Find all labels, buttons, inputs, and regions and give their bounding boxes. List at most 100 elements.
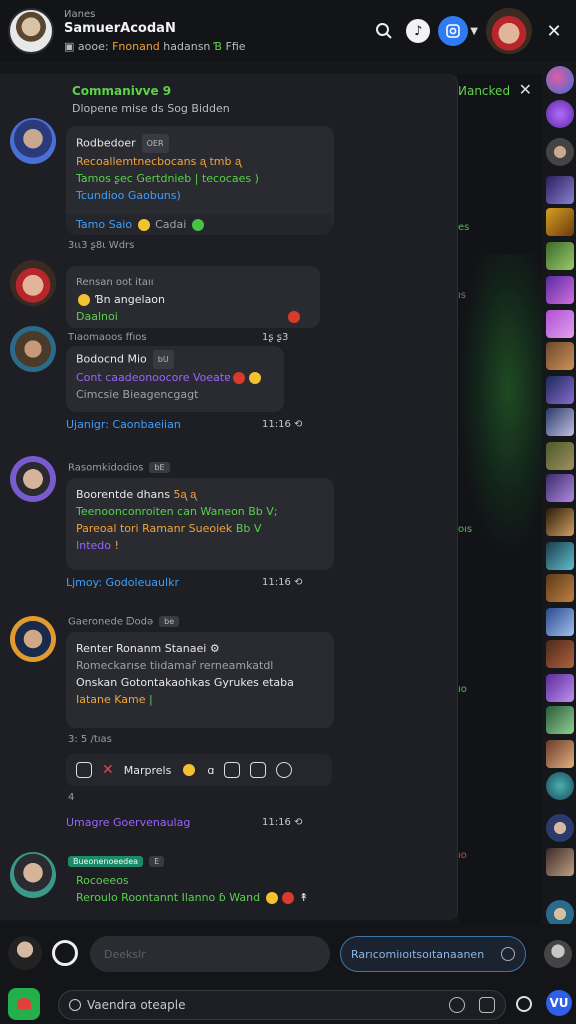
search-icon[interactable] xyxy=(370,17,398,45)
message-author-name: Bueonenoeedea xyxy=(68,856,144,867)
message-toolbar: ✕ Marprels ɑ xyxy=(66,754,332,786)
message-line-suffix: ᶏ tmb ᶏ xyxy=(199,155,242,168)
profile-avatar[interactable] xyxy=(486,8,532,54)
rail-avatar[interactable] xyxy=(546,100,574,128)
camera-icon[interactable] xyxy=(250,762,267,778)
message-bubble: Boorentde dhans 5ᶏ ᶏ Teenoonconroiten ca… xyxy=(66,478,334,570)
message-line: Tcundioo Gaobuns) xyxy=(76,189,181,202)
search-bar[interactable]: Vaendra oteaple xyxy=(58,990,506,1020)
camera-icon[interactable] xyxy=(52,940,78,966)
side-frag: ıs xyxy=(458,290,466,301)
message-input[interactable] xyxy=(90,936,330,972)
toolbar-label[interactable]: Marprels xyxy=(124,764,172,777)
message-note: 3ιι3 ʂ8ι Wdrs xyxy=(68,240,135,251)
header-sub-orange: Fnonand xyxy=(112,40,160,53)
rail-avatar[interactable] xyxy=(546,542,574,570)
rail-avatar[interactable] xyxy=(546,242,574,270)
message-line-suffix: ! xyxy=(114,539,119,552)
rail-avatar[interactable] xyxy=(546,408,574,436)
message-time: 1ʂ ʂ3 xyxy=(262,332,289,343)
user-avatar[interactable] xyxy=(8,8,54,54)
rail-avatar[interactable] xyxy=(546,208,574,236)
rail-avatar[interactable] xyxy=(546,814,574,842)
mic-icon[interactable]: ɑ xyxy=(207,764,214,777)
app-logo-icon[interactable] xyxy=(8,988,40,1020)
avatar[interactable] xyxy=(10,326,56,372)
chevron-down-icon[interactable]: ▼ xyxy=(470,26,478,37)
shield-icon[interactable] xyxy=(449,997,465,1013)
my-avatar[interactable] xyxy=(8,936,42,970)
reply-icon[interactable]: ⟲ xyxy=(294,577,302,588)
message-time-text: 11:16 xyxy=(262,419,291,430)
rail-avatar[interactable] xyxy=(546,276,574,304)
side-close-icon[interactable]: ✕ xyxy=(519,80,532,99)
message-line-suffix: Bb V; xyxy=(248,505,278,518)
rail-avatar[interactable] xyxy=(546,674,574,702)
avatar[interactable] xyxy=(10,456,56,502)
close-icon[interactable]: ✕ xyxy=(102,762,114,778)
vu-button[interactable]: VU xyxy=(546,990,572,1016)
image-icon[interactable] xyxy=(76,762,92,778)
reaction-row[interactable]: Ljmoy: Godoleuaulkr xyxy=(66,576,179,589)
side-frag: es xyxy=(458,222,470,233)
reply-icon[interactable]: ⟲ xyxy=(294,419,302,430)
rail-avatar[interactable] xyxy=(546,138,574,166)
message-line: Cont caadeonoocore Voeatɐ xyxy=(76,369,274,386)
rail-avatar[interactable] xyxy=(546,640,574,668)
rail-avatar[interactable] xyxy=(546,474,574,502)
rail-avatar[interactable] xyxy=(546,310,574,338)
rail-avatar[interactable] xyxy=(546,608,574,636)
message-line: Intedo ! xyxy=(76,537,324,554)
message-line-text: Teenoonconroiten can Waneon xyxy=(76,505,245,518)
suggestion-button[interactable]: Rarıcomiıoıtsoıtanaanen xyxy=(340,936,526,972)
message-time-text: 11:16 xyxy=(262,817,291,828)
rail-avatar[interactable] xyxy=(546,848,574,876)
rail-avatar[interactable] xyxy=(546,740,574,768)
rail-avatar[interactable] xyxy=(546,772,574,800)
gear-icon[interactable] xyxy=(516,996,532,1012)
message-tag: OER xyxy=(141,134,169,153)
message-author-name: Rodbedoer xyxy=(76,136,136,150)
avatar[interactable] xyxy=(10,852,56,898)
camera-icon[interactable] xyxy=(438,16,469,46)
message-line: Pareoal tori Ramanr Sueoiek Bb V xyxy=(76,520,324,537)
rail-avatar[interactable] xyxy=(546,342,574,370)
header-title[interactable]: SamuerAcodaN xyxy=(64,21,362,36)
message-line-text: Recoallemtnecbocans xyxy=(76,155,197,168)
message-line: Tamos ʂec Gertdnieb | tecocaes ) xyxy=(76,172,259,185)
rail-avatar[interactable] xyxy=(546,706,574,734)
reaction-row[interactable]: Umagre Goervenaulag xyxy=(66,816,190,829)
avatar[interactable] xyxy=(10,260,56,306)
app-window: Иanes SamuerAcodaN ▣ aooe: Fnonand hadan… xyxy=(0,0,576,1024)
header-sub-prefix: ▣ aooe: xyxy=(64,40,109,53)
avatar[interactable] xyxy=(10,118,56,164)
reaction-row[interactable]: Ujanigr: Caonbaeiian xyxy=(66,418,181,431)
reaction-row[interactable]: Tamo Saio Cadai xyxy=(66,214,332,235)
gallery-icon[interactable] xyxy=(224,762,241,778)
rail-avatar[interactable] xyxy=(546,176,574,204)
rail-avatar[interactable] xyxy=(546,66,574,94)
camera-icon[interactable] xyxy=(479,997,495,1013)
timer-icon[interactable] xyxy=(276,762,293,778)
avatar[interactable] xyxy=(10,616,56,662)
message-line-text: Daalnoi xyxy=(76,310,118,323)
rail-avatar[interactable] xyxy=(546,442,574,470)
message-tag: bU xyxy=(152,350,174,369)
send-icon[interactable] xyxy=(501,947,515,961)
emoji-icon[interactable] xyxy=(183,764,196,776)
message-body: Rocoeeos Reroulo Roontannt Ilanno ɓ Wand… xyxy=(76,872,308,906)
close-icon[interactable]: ✕ xyxy=(540,17,568,45)
reaction-suffix: Cadai xyxy=(155,218,187,231)
header-subtitle: ▣ aooe: Fnonand hadansn Ɓ Ffie xyxy=(64,40,362,53)
reply-icon[interactable]: ⟲ xyxy=(294,817,302,828)
message-bubble: Renter Ronanm Stanaei ⚙ Romeckarıse tiıd… xyxy=(66,632,334,728)
tiktok-icon[interactable]: ♪ xyxy=(406,19,431,43)
rail-avatar[interactable] xyxy=(546,574,574,602)
message-line-text: Reroulo Roontannt Ilanno ɓ Wand xyxy=(76,891,261,904)
side-frag: ıo xyxy=(458,684,467,695)
rail-avatar[interactable] xyxy=(546,508,574,536)
rail-avatar[interactable] xyxy=(546,376,574,404)
message-line: Cimcsie Bieagencgagt xyxy=(76,388,199,401)
message-bubble: Bodocnd Mio bU Cont caadeonoocore Voeatɐ … xyxy=(66,346,284,412)
contact-avatar[interactable] xyxy=(544,940,572,968)
